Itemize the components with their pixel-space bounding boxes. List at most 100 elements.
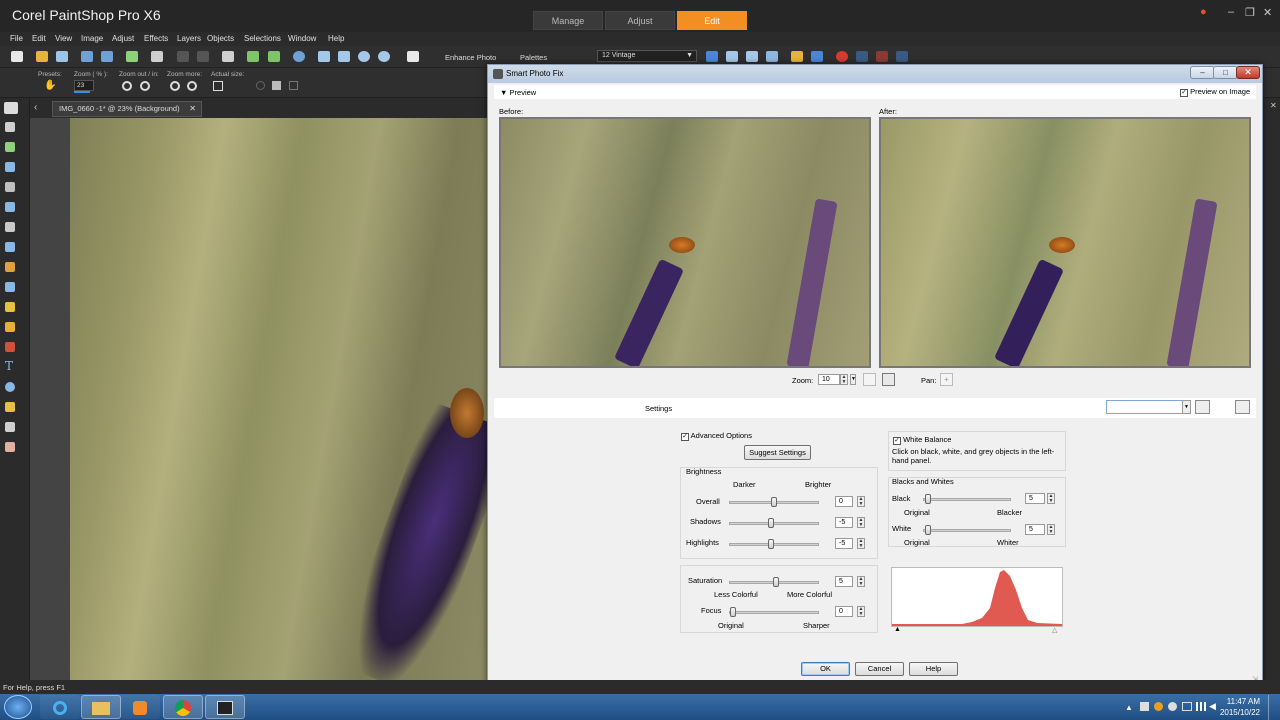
actual-size-icon[interactable] bbox=[213, 81, 223, 91]
zoom-dropdown-icon[interactable]: ▼ bbox=[850, 374, 856, 385]
zoom-in-icon[interactable] bbox=[378, 51, 390, 62]
menu-file[interactable]: File bbox=[10, 34, 23, 43]
record-icon[interactable] bbox=[836, 51, 848, 62]
edit-script-icon[interactable] bbox=[746, 51, 758, 62]
menu-help[interactable]: Help bbox=[328, 34, 344, 43]
focus-spin-arrows[interactable]: ▲ ▼ bbox=[857, 606, 865, 617]
straighten-tool-icon[interactable] bbox=[5, 202, 15, 212]
open-script-icon[interactable] bbox=[791, 51, 803, 62]
tray-update-icon[interactable] bbox=[1154, 702, 1163, 711]
menu-edit[interactable]: Edit bbox=[32, 34, 46, 43]
shadows-spin-arrows[interactable]: ▲ ▼ bbox=[857, 517, 865, 528]
black-slider-thumb[interactable] bbox=[925, 494, 931, 504]
red-eye-tool-icon[interactable] bbox=[5, 222, 15, 232]
flood-fill-icon[interactable] bbox=[5, 342, 15, 352]
enhance-photo-menu[interactable]: Enhance Photo bbox=[445, 53, 496, 62]
advanced-options-checkbox[interactable]: ✓ bbox=[681, 433, 689, 441]
white-slider-track[interactable] bbox=[923, 529, 1011, 532]
signal-icon[interactable] bbox=[1196, 702, 1206, 711]
white-input[interactable]: 5 bbox=[1025, 524, 1045, 535]
zoom-more-in-icon[interactable] bbox=[187, 81, 197, 91]
close-tab-icon[interactable]: ✕ bbox=[189, 102, 196, 116]
saturation-slider-thumb[interactable] bbox=[773, 577, 779, 587]
saturation-input[interactable]: 5 bbox=[835, 576, 853, 587]
cancel-button[interactable]: Cancel bbox=[855, 662, 904, 676]
shadows-slider-track[interactable] bbox=[729, 522, 819, 525]
overall-input[interactable]: 0 bbox=[835, 496, 853, 507]
restore-icon[interactable]: ❐ bbox=[1245, 6, 1255, 19]
zoom-spin-arrows[interactable]: ▲ ▼ bbox=[840, 374, 848, 385]
crop-icon[interactable] bbox=[222, 51, 234, 62]
fill-icon[interactable] bbox=[289, 81, 298, 90]
tab-manage[interactable]: Manage bbox=[533, 11, 603, 30]
eraser-tool-icon[interactable] bbox=[5, 442, 15, 452]
preset-dropdown[interactable]: 12 Vintage ▼ bbox=[597, 50, 697, 62]
crop-tool-icon[interactable] bbox=[5, 182, 15, 192]
shadows-input[interactable]: -5 bbox=[835, 517, 853, 528]
tray-app-icon[interactable] bbox=[1168, 702, 1177, 711]
suggest-settings-button[interactable]: Suggest Settings bbox=[744, 445, 811, 460]
menu-layers[interactable]: Layers bbox=[177, 34, 201, 43]
menu-selections[interactable]: Selections bbox=[244, 34, 281, 43]
tray-network-icon[interactable] bbox=[1182, 702, 1192, 711]
browse-icon[interactable] bbox=[56, 51, 68, 62]
tray-flag-icon[interactable] bbox=[1140, 702, 1149, 711]
rotate-left-icon[interactable] bbox=[247, 51, 259, 62]
pan-tool-icon[interactable] bbox=[4, 102, 18, 114]
settings-preset-dropdown[interactable] bbox=[1106, 400, 1184, 414]
document-tab[interactable]: IMG_0660 -1* @ 23% (Background) ✕ bbox=[52, 101, 202, 117]
ie-icon[interactable] bbox=[40, 695, 80, 719]
help-button[interactable]: Help bbox=[909, 662, 958, 676]
text-tool-icon[interactable]: T bbox=[5, 359, 13, 373]
pause-icon[interactable] bbox=[856, 51, 868, 62]
show-desktop-button[interactable] bbox=[1268, 695, 1280, 720]
saturation-spin-arrows[interactable]: ▲ ▼ bbox=[857, 576, 865, 587]
lighten-darken-icon[interactable] bbox=[5, 322, 15, 332]
tab-edit[interactable]: Edit bbox=[677, 11, 747, 30]
advanced-options-option[interactable]: ✓ Advanced Options bbox=[681, 431, 752, 441]
overall-spin-arrows[interactable]: ▲ ▼ bbox=[857, 496, 865, 507]
highlights-input[interactable]: -5 bbox=[835, 538, 853, 549]
new-file-icon[interactable] bbox=[11, 51, 23, 62]
fit-icon[interactable] bbox=[272, 81, 281, 90]
save-script-icon[interactable] bbox=[811, 51, 823, 62]
share-icon[interactable] bbox=[126, 51, 138, 62]
black-input[interactable]: 5 bbox=[1025, 493, 1045, 504]
zoom-input[interactable]: 10 bbox=[818, 374, 840, 385]
paintshop-taskbar-icon[interactable] bbox=[205, 695, 245, 719]
user-icon[interactable]: ● bbox=[1200, 6, 1207, 18]
tab-adjust[interactable]: Adjust bbox=[605, 11, 675, 30]
preview-on-image-checkbox[interactable]: ✓ bbox=[1180, 89, 1188, 97]
after-preview[interactable] bbox=[879, 117, 1251, 368]
dialog-close-icon[interactable]: ✕ bbox=[1236, 66, 1260, 79]
white-balance-checkbox[interactable]: ✓ bbox=[893, 437, 901, 445]
chevron-left-icon[interactable]: ‹ bbox=[34, 102, 37, 113]
white-balance-option[interactable]: ✓ White Balance bbox=[893, 435, 951, 445]
print-icon[interactable] bbox=[151, 51, 163, 62]
open-folder-icon[interactable] bbox=[36, 51, 48, 62]
black-spin-arrows[interactable]: ▲ ▼ bbox=[1047, 493, 1055, 504]
white-slider-thumb[interactable] bbox=[925, 525, 931, 535]
fit-image-icon[interactable] bbox=[338, 51, 350, 62]
settings-dropdown-arrow-icon[interactable]: ▼ bbox=[1182, 400, 1191, 414]
menu-view[interactable]: View bbox=[55, 34, 72, 43]
dropper-tool-icon[interactable] bbox=[5, 162, 15, 172]
zoom-reset-icon[interactable] bbox=[863, 373, 876, 386]
rotate-right-icon[interactable] bbox=[268, 51, 280, 62]
menu-objects[interactable]: Objects bbox=[207, 34, 234, 43]
white-point-marker-icon[interactable]: △ bbox=[1052, 626, 1057, 634]
white-spin-arrows[interactable]: ▲ ▼ bbox=[1047, 524, 1055, 535]
zoom-in-tool-icon[interactable] bbox=[140, 81, 150, 91]
media-player-icon[interactable] bbox=[120, 695, 160, 719]
focus-input[interactable]: 0 bbox=[835, 606, 853, 617]
selection-tool-icon[interactable] bbox=[5, 142, 15, 152]
pick-tool-icon[interactable] bbox=[5, 122, 15, 132]
chrome-icon[interactable] bbox=[163, 695, 203, 719]
undo-icon[interactable] bbox=[177, 51, 189, 62]
info-icon[interactable] bbox=[293, 51, 305, 62]
clone-tool-icon[interactable] bbox=[5, 262, 15, 272]
cancel-record-icon[interactable] bbox=[876, 51, 888, 62]
makeover-tool-icon[interactable] bbox=[5, 242, 15, 252]
clock-time[interactable]: 11:47 AM bbox=[1222, 697, 1260, 706]
play-icon[interactable] bbox=[706, 51, 718, 62]
